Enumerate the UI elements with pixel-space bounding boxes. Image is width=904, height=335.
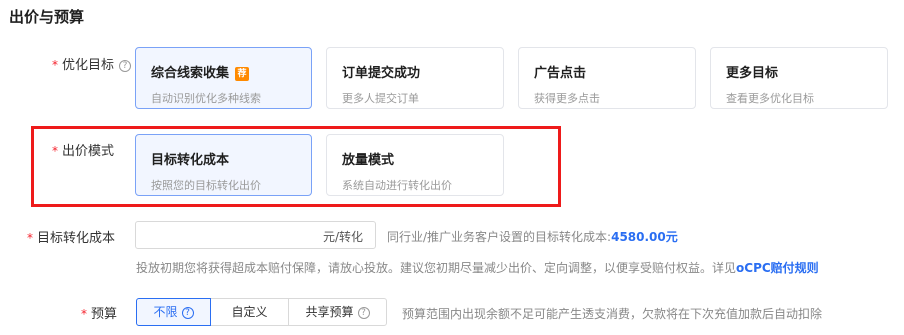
budget-option-unlimited[interactable]: 不限? [136, 298, 211, 326]
cost-unit-suffix: 元/转化 [322, 230, 363, 244]
target-cost-input-wrapper: 元/转化 [135, 221, 376, 249]
goal-card-desc: 查看更多优化目标 [726, 92, 814, 105]
target-cost-label-text: 目标转化成本 [37, 231, 116, 246]
help-icon[interactable]: ? [119, 60, 132, 72]
goal-card-title: 订单提交成功 [342, 66, 421, 81]
goal-card-title: 广告点击 [534, 66, 587, 81]
required-mark: * [52, 58, 58, 72]
goal-card-ad-click[interactable]: 广告点击 获得更多点击 [518, 47, 696, 109]
required-mark: * [81, 307, 87, 321]
goal-card-title: 综合线索收集荐 [151, 62, 311, 81]
optimization-goal-label: * 优化目标? [52, 54, 132, 73]
goal-card-order-submit[interactable]: 订单提交成功 更多人提交订单 [326, 47, 504, 109]
industry-cost-value: 4580.00元 [611, 230, 678, 244]
goal-card-desc: 自动识别优化多种线索 [151, 92, 261, 105]
target-cost-input[interactable] [136, 222, 316, 248]
compensation-note-text: 投放初期您将获得超成本赔付保障，请放心投放。建议您初期尽量减少出价、定向调整，以… [136, 261, 737, 275]
compensation-note: 投放初期您将获得超成本赔付保障，请放心投放。建议您初期尽量减少出价、定向调整，以… [136, 259, 819, 276]
help-icon: ? [181, 307, 194, 319]
budget-option-shared[interactable]: 共享预算? [288, 298, 387, 326]
goal-card-lead-collection[interactable]: 综合线索收集荐 自动识别优化多种线索 [135, 47, 312, 109]
highlight-box [31, 126, 561, 207]
required-mark: * [27, 231, 33, 245]
recommend-badge: 荐 [235, 67, 250, 81]
goal-card-title: 更多目标 [726, 66, 779, 81]
goal-card-desc: 更多人提交订单 [342, 92, 419, 105]
goal-card-more-goals[interactable]: 更多目标 查看更多优化目标 [710, 47, 888, 109]
budget-label-text: 预算 [91, 307, 118, 322]
budget-hint: 预算范围内出现余额不足可能产生透支消费，欠款将在下次充值加款后自动扣除 [402, 307, 823, 321]
section-title: 出价与预算 [9, 8, 85, 26]
industry-cost-text: 同行业/推广业务客户设置的目标转化成本: [387, 230, 612, 244]
target-cost-label: * 目标转化成本 [27, 227, 115, 246]
optimization-goal-label-text: 优化目标 [62, 58, 115, 73]
ocpc-rules-link[interactable]: oCPC赔付规则 [736, 261, 819, 275]
budget-label: * 预算 [81, 303, 117, 322]
industry-cost-hint: 同行业/推广业务客户设置的目标转化成本:4580.00元 [387, 228, 678, 245]
help-icon: ? [357, 307, 370, 319]
budget-option-custom[interactable]: 自定义 [210, 298, 289, 326]
goal-card-desc: 获得更多点击 [534, 92, 600, 105]
